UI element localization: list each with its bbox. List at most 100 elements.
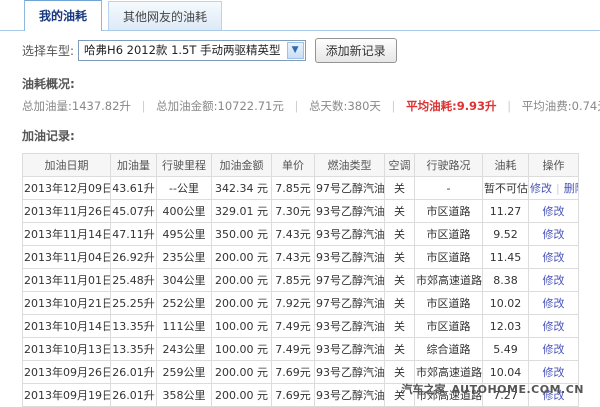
records-section-title: 加油记录: — [22, 127, 578, 144]
tab-my-fuel[interactable]: 我的油耗 — [24, 0, 102, 31]
summary-section-title: 油耗概况: — [22, 75, 578, 92]
cell-road: 综合道路 — [415, 338, 483, 361]
cell-cost: 342.34 元 — [212, 177, 272, 200]
cell-consumption: 11.27 — [483, 200, 529, 223]
cell-date: 2013年12月09日 — [23, 177, 111, 200]
col-header-volume: 加油量 — [111, 154, 157, 177]
cell-fuel: 97号乙醇汽油 — [315, 292, 385, 315]
edit-link[interactable]: 修改 — [543, 297, 565, 310]
cell-ac: 关 — [385, 292, 415, 315]
cell-fuel: 93号乙醇汽油 — [315, 246, 385, 269]
cell-volume: 26.01升 — [111, 384, 157, 407]
table-row: 2013年12月09日43.61升--公里342.34 元7.85元97号乙醇汽… — [23, 177, 579, 200]
cell-fuel: 93号乙醇汽油 — [315, 384, 385, 407]
cell-consumption: 10.02 — [483, 292, 529, 315]
total-fuel-volume: 总加油量:1437.82升 — [22, 99, 131, 113]
table-row: 2013年10月13日13.35升243公里100.00 元7.49元93号乙醇… — [23, 338, 579, 361]
operation-separator: | — [556, 182, 560, 195]
col-header-date: 加油日期 — [23, 154, 111, 177]
cell-fuel: 93号乙醇汽油 — [315, 223, 385, 246]
col-header-price: 单价 — [272, 154, 315, 177]
cell-date: 2013年11月26日 — [23, 200, 111, 223]
edit-link[interactable]: 修改 — [543, 274, 565, 287]
cell-ac: 关 — [385, 200, 415, 223]
table-row: 2013年10月21日25.25升252公里200.00 元7.92元97号乙醇… — [23, 292, 579, 315]
cell-fuel: 97号乙醇汽油 — [315, 177, 385, 200]
cell-volume: 45.07升 — [111, 200, 157, 223]
car-selector-label: 选择车型: — [22, 42, 74, 59]
cell-road: 市区道路 — [415, 315, 483, 338]
summary-separator: | — [142, 99, 146, 113]
cell-cost: 100.00 元 — [212, 315, 272, 338]
cell-mileage: 111公里 — [157, 315, 212, 338]
cell-cost: 200.00 元 — [212, 384, 272, 407]
cell-road: 市区道路 — [415, 292, 483, 315]
tab-others-fuel[interactable]: 其他网友的油耗 — [108, 1, 222, 30]
cell-cost: 200.00 元 — [212, 246, 272, 269]
autohome-domain-text: AUTOHOME.COM.CN — [452, 383, 585, 396]
cell-price: 7.43元 — [272, 223, 315, 246]
cell-volume: 25.48升 — [111, 269, 157, 292]
edit-link[interactable]: 修改 — [543, 251, 565, 264]
cell-price: 7.85元 — [272, 269, 315, 292]
col-header-operations: 操作 — [529, 154, 579, 177]
edit-link[interactable]: 修改 — [543, 205, 565, 218]
cell-ac: 关 — [385, 269, 415, 292]
add-record-button[interactable]: 添加新记录 — [315, 38, 397, 63]
cell-consumption: 9.52 — [483, 223, 529, 246]
edit-link[interactable]: 修改 — [543, 320, 565, 333]
cell-operations: 修改 — [529, 292, 579, 315]
cell-date: 2013年10月21日 — [23, 292, 111, 315]
cell-cost: 200.00 元 — [212, 292, 272, 315]
cell-volume: 47.11升 — [111, 223, 157, 246]
cell-mileage: 235公里 — [157, 246, 212, 269]
col-header-fuel-type: 燃油类型 — [315, 154, 385, 177]
summary-separator: | — [392, 99, 396, 113]
edit-link[interactable]: 修改 — [543, 366, 565, 379]
delete-link[interactable]: 删除 — [564, 182, 579, 195]
watermark: 汽车之家 AUTOHOME.COM.CN — [402, 381, 585, 397]
table-row: 2013年11月14日47.11升495公里350.00 元7.43元93号乙醇… — [23, 223, 579, 246]
cell-cost: 350.00 元 — [212, 223, 272, 246]
cell-consumption: 暂不可估 — [483, 177, 529, 200]
table-row: 2013年11月01日25.48升304公里200.00 元7.85元97号乙醇… — [23, 269, 579, 292]
cell-mileage: 358公里 — [157, 384, 212, 407]
cell-consumption: 12.03 — [483, 315, 529, 338]
cell-fuel: 93号乙醇汽油 — [315, 315, 385, 338]
cell-volume: 13.35升 — [111, 315, 157, 338]
edit-link[interactable]: 修改 — [543, 343, 565, 356]
cell-ac: 关 — [385, 246, 415, 269]
cell-consumption: 5.49 — [483, 338, 529, 361]
col-header-ac: 空调 — [385, 154, 415, 177]
chevron-down-icon: ▼ — [287, 42, 304, 59]
cell-price: 7.69元 — [272, 384, 315, 407]
cell-price: 7.92元 — [272, 292, 315, 315]
cell-mileage: 495公里 — [157, 223, 212, 246]
cell-date: 2013年09月19日 — [23, 384, 111, 407]
cell-ac: 关 — [385, 223, 415, 246]
car-model-select[interactable]: 哈弗H6 2012款 1.5T 手动两驱精英型 ▼ — [78, 40, 306, 61]
cell-mileage: 252公里 — [157, 292, 212, 315]
cell-consumption: 11.45 — [483, 246, 529, 269]
cell-volume: 26.92升 — [111, 246, 157, 269]
cell-volume: 13.35升 — [111, 338, 157, 361]
cell-operations: 修改 — [529, 315, 579, 338]
cell-cost: 200.00 元 — [212, 269, 272, 292]
fuel-records-table: 加油日期 加油量 行驶里程 加油金额 单价 燃油类型 空调 行驶路况 油耗 操作… — [22, 153, 579, 407]
col-header-mileage: 行驶里程 — [157, 154, 212, 177]
table-row: 2013年11月26日45.07升400公里329.01 元7.30元93号乙醇… — [23, 200, 579, 223]
cell-ac: 关 — [385, 315, 415, 338]
cell-road: 市区道路 — [415, 246, 483, 269]
cell-date: 2013年11月14日 — [23, 223, 111, 246]
average-cost-per-km: 平均油费:0.74元/公里 — [522, 99, 600, 113]
edit-link[interactable]: 修改 — [530, 182, 552, 195]
autohome-logo-text: 汽车之家 — [402, 383, 446, 396]
cell-road: 市区道路 — [415, 200, 483, 223]
cell-date: 2013年10月13日 — [23, 338, 111, 361]
edit-link[interactable]: 修改 — [543, 228, 565, 241]
cell-consumption: 8.38 — [483, 269, 529, 292]
total-days: 总天数:380天 — [309, 99, 381, 113]
cell-ac: 关 — [385, 177, 415, 200]
tab-bar: 我的油耗 其他网友的油耗 — [0, 0, 600, 31]
cell-fuel: 93号乙醇汽油 — [315, 361, 385, 384]
